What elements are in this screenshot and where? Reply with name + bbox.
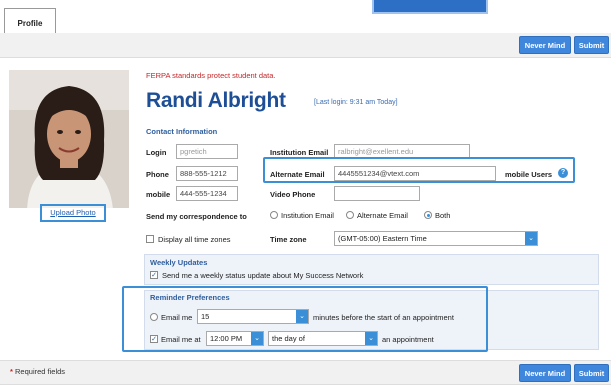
phone-label: Phone (146, 170, 169, 179)
top-highlight-button[interactable] (372, 0, 488, 14)
video-phone-field[interactable] (334, 186, 420, 201)
video-phone-label: Video Phone (270, 190, 316, 199)
contact-info-heading: Contact Information (146, 127, 218, 136)
institution-email-radio[interactable] (270, 211, 278, 219)
mobile-users-label: mobile Users (505, 170, 553, 179)
login-label: Login (146, 148, 167, 157)
minutes-select[interactable]: 15 ⌄ (197, 309, 309, 324)
email-me-radio[interactable] (150, 313, 158, 321)
submit-button[interactable]: Submit (574, 36, 609, 54)
submit-button-bottom[interactable]: Submit (574, 364, 609, 382)
email-me-at-checkbox[interactable]: ✓ (150, 335, 158, 343)
weekly-update-checkbox[interactable]: ✓ (150, 271, 158, 279)
display-all-timezones-label: Display all time zones (158, 235, 231, 244)
institution-email-label: Institution Email (270, 148, 329, 157)
both-radio[interactable] (424, 211, 432, 219)
chevron-down-icon: ⌄ (296, 310, 308, 323)
day-value: the day of (272, 334, 305, 343)
weekly-updates-heading: Weekly Updates (150, 258, 208, 267)
weekly-update-label: Send me a weekly status update about My … (162, 271, 364, 280)
day-select[interactable]: the day of ⌄ (268, 331, 378, 346)
ferpa-notice: FERPA standards protect student data. (146, 71, 276, 80)
institution-email-option: Institution Email (281, 211, 334, 220)
alternate-email-option: Alternate Email (357, 211, 408, 220)
email-me-at-label: Email me at (161, 335, 201, 344)
mobile-label: mobile (146, 190, 171, 199)
required-fields-note: * Required fields (10, 367, 65, 376)
mobile-field[interactable]: 444-555-1234 (176, 186, 238, 201)
alternate-email-radio[interactable] (346, 211, 354, 219)
both-option: Both (435, 211, 451, 220)
upload-photo-link[interactable]: Upload Photo (40, 204, 106, 222)
time-zone-select[interactable]: (GMT-05:00) Eastern Time ⌄ (334, 231, 538, 246)
bottom-action-bar: Never Mind Submit (0, 360, 611, 385)
chevron-down-icon: ⌄ (251, 332, 263, 345)
email-me-label: Email me (161, 313, 193, 322)
weekly-updates-panel (144, 254, 599, 285)
phone-field[interactable]: 888-555-1212 (176, 166, 238, 181)
correspondence-label: Send my correspondence to (146, 212, 247, 221)
reminder-heading: Reminder Preferences (150, 293, 230, 302)
help-icon[interactable]: ? (558, 168, 568, 178)
chevron-down-icon: ⌄ (525, 232, 537, 245)
time-select[interactable]: 12:00 PM ⌄ (206, 331, 264, 346)
alternate-email-field[interactable]: 4445551234@vtext.com (334, 166, 496, 181)
time-zone-label: Time zone (270, 235, 307, 244)
chevron-down-icon: ⌄ (365, 332, 377, 345)
minutes-value: 15 (201, 312, 210, 321)
last-login: [Last login: 9:31 am Today] (314, 99, 398, 106)
display-all-timezones-checkbox[interactable] (146, 235, 154, 243)
time-value: 12:00 PM (210, 334, 243, 343)
never-mind-button[interactable]: Never Mind (519, 36, 571, 54)
required-fields-label: Required fields (15, 367, 66, 376)
time-zone-value: (GMT-05:00) Eastern Time (338, 234, 427, 243)
minutes-suffix: minutes before the start of an appointme… (313, 313, 454, 322)
never-mind-button-bottom[interactable]: Never Mind (519, 364, 571, 382)
top-action-bar: Never Mind Submit (0, 33, 611, 58)
appointment-suffix: an appointment (382, 335, 434, 344)
login-field[interactable]: pgretich (176, 144, 238, 159)
required-mark: * (10, 367, 13, 376)
profile-photo (9, 70, 129, 208)
alternate-email-label: Alternate Email (270, 170, 325, 179)
user-name: Randi Albright (146, 89, 286, 112)
